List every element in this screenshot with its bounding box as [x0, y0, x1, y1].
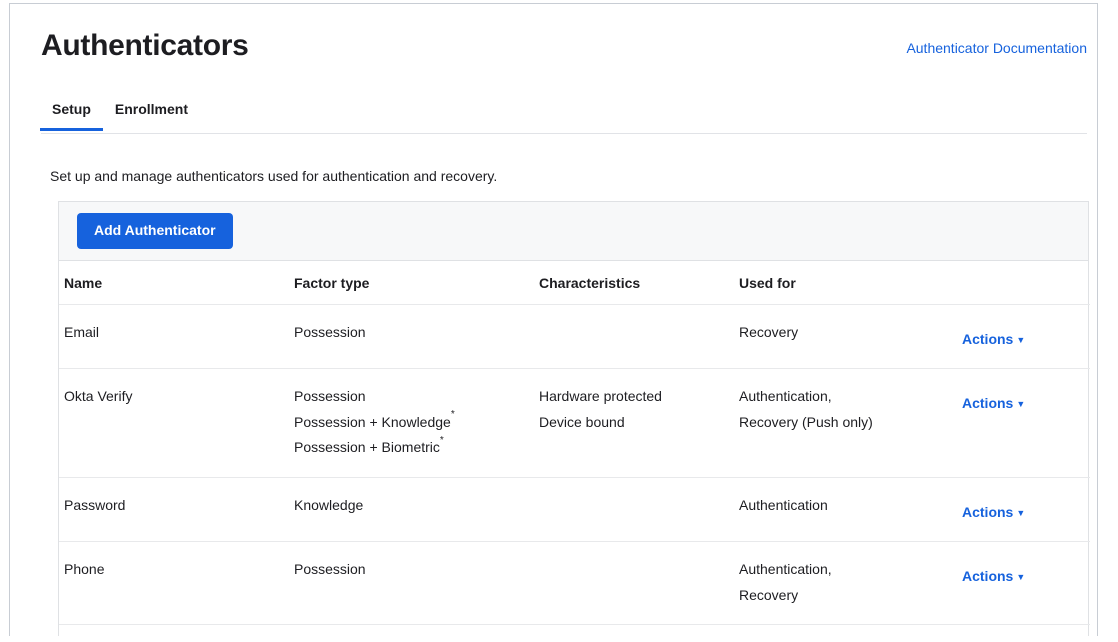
cell-factor_type: Possession	[294, 304, 539, 370]
cell-name: Phone	[59, 541, 294, 626]
column-header-characteristics: Characteristics	[539, 261, 739, 305]
table-row: Okta Verify Possession Possession + Knowle…	[59, 368, 1090, 478]
page-title: Authenticators	[41, 29, 249, 62]
cell-characteristics	[539, 477, 739, 543]
chevron-down-icon: ▼	[1016, 572, 1026, 583]
page-header: Authenticators Authenticator Documentati…	[10, 4, 1097, 82]
cell-factor_type: Possession Possession + Knowledge* Possess…	[294, 368, 539, 478]
cell-line: Possession + Knowledge*	[294, 409, 455, 430]
cell-name: SecureAuth Factor (IdP)	[59, 624, 294, 636]
cell-actions: Actions▼	[958, 541, 1090, 626]
table-row: Phone Possession Authentication, Recovery Ac…	[59, 541, 1090, 626]
table-toolbar: Add Authenticator	[59, 202, 1088, 261]
cell-used_for: Authentication, Recovery (Push only)	[739, 368, 958, 478]
table-row: Email Possession Recovery Actions ▼	[59, 304, 1090, 370]
table-body: Email Possession Recovery Actions ▼ Okta Veri…	[59, 304, 1090, 636]
cell-line: Recovery	[739, 324, 799, 340]
cell-line: Authentication	[739, 496, 828, 513]
cell-actions: Actions▼	[958, 368, 1090, 478]
actions-label: Actions	[962, 331, 1014, 347]
chevron-down-icon: ▼	[1016, 507, 1026, 518]
authenticators-table-container: Add Authenticator Name Factor type Chara…	[58, 201, 1090, 636]
cell-used_for: Authentication	[739, 477, 958, 543]
column-header-factor-type: Factor type	[294, 261, 539, 305]
cell-used_for: Authentication, Recovery	[739, 541, 958, 626]
cell-characteristics	[539, 304, 739, 370]
cell-factor_type: Possession	[294, 624, 539, 636]
cell-line: Authentication,	[739, 561, 832, 578]
cell-actions: Actions▼	[958, 624, 1090, 636]
actions-menu-button[interactable]: Actions ▼	[962, 331, 1025, 347]
cell-used_for: Recovery	[739, 304, 958, 370]
add-authenticator-button[interactable]: Add Authenticator	[77, 213, 233, 249]
cell-line: Recovery	[739, 586, 799, 603]
cell-line: Device bound	[539, 413, 625, 430]
cell-characteristics: Hardware protected Device bound	[539, 368, 739, 478]
cell-factor_type: Knowledge	[294, 477, 539, 543]
authenticator-documentation-link[interactable]: Authenticator Documentation	[906, 40, 1087, 56]
cell-line: Possession	[294, 388, 366, 405]
cell-used_for: Authentication	[739, 624, 958, 636]
cell-characteristics	[539, 624, 739, 636]
tab-enrollment[interactable]: Enrollment	[103, 98, 200, 130]
column-header-used-for: Used for	[739, 261, 958, 305]
actions-menu-button[interactable]: Actions ▼	[962, 568, 1025, 584]
table-row: SecureAuth Factor (IdP)Possession Authent…	[59, 624, 1090, 636]
tab-setup[interactable]: Setup	[40, 98, 103, 131]
tab-bar: Setup Enrollment	[40, 98, 1087, 134]
cell-name: Okta Verify	[59, 368, 294, 478]
actions-label: Actions	[962, 395, 1014, 412]
cell-line: Recovery (Push only)	[739, 413, 873, 430]
table-row: Password Knowledge Authentication Actions ▼	[59, 477, 1090, 543]
cell-name: Password	[59, 477, 294, 543]
table-header-row: Name Factor type Characteristics Used fo…	[59, 261, 1090, 305]
footnote-marker: *	[450, 409, 455, 421]
footnote-marker: *	[439, 434, 444, 446]
cell-factor_type: Possession	[294, 541, 539, 626]
cell-line: Knowledge	[294, 496, 364, 513]
actions-menu-button[interactable]: Actions ▼	[962, 395, 1025, 411]
authenticators-page-card: Authenticators Authenticator Documentati…	[9, 3, 1098, 636]
chevron-down-icon: ▼	[1016, 399, 1026, 410]
cell-line: Possession + Biometric*	[294, 434, 444, 456]
page-description: Set up and manage authenticators used fo…	[50, 168, 498, 184]
cell-line: Authentication,	[739, 388, 832, 405]
column-header-actions	[958, 261, 1090, 305]
cell-actions: Actions▼	[958, 304, 1090, 370]
cell-name: Email	[59, 304, 294, 370]
actions-label: Actions	[962, 503, 1014, 520]
cell-line: Possession	[294, 561, 366, 578]
cell-characteristics	[539, 541, 739, 626]
actions-label: Actions	[962, 568, 1014, 585]
authenticators-table: Name Factor type Characteristics Used fo…	[59, 261, 1090, 636]
actions-menu-button[interactable]: Actions ▼	[962, 504, 1025, 520]
chevron-down-icon: ▼	[1016, 335, 1026, 345]
cell-line: Possession	[294, 324, 366, 340]
column-header-name: Name	[59, 261, 294, 305]
cell-line: Hardware protected	[539, 388, 662, 405]
cell-actions: Actions▼	[958, 477, 1090, 543]
